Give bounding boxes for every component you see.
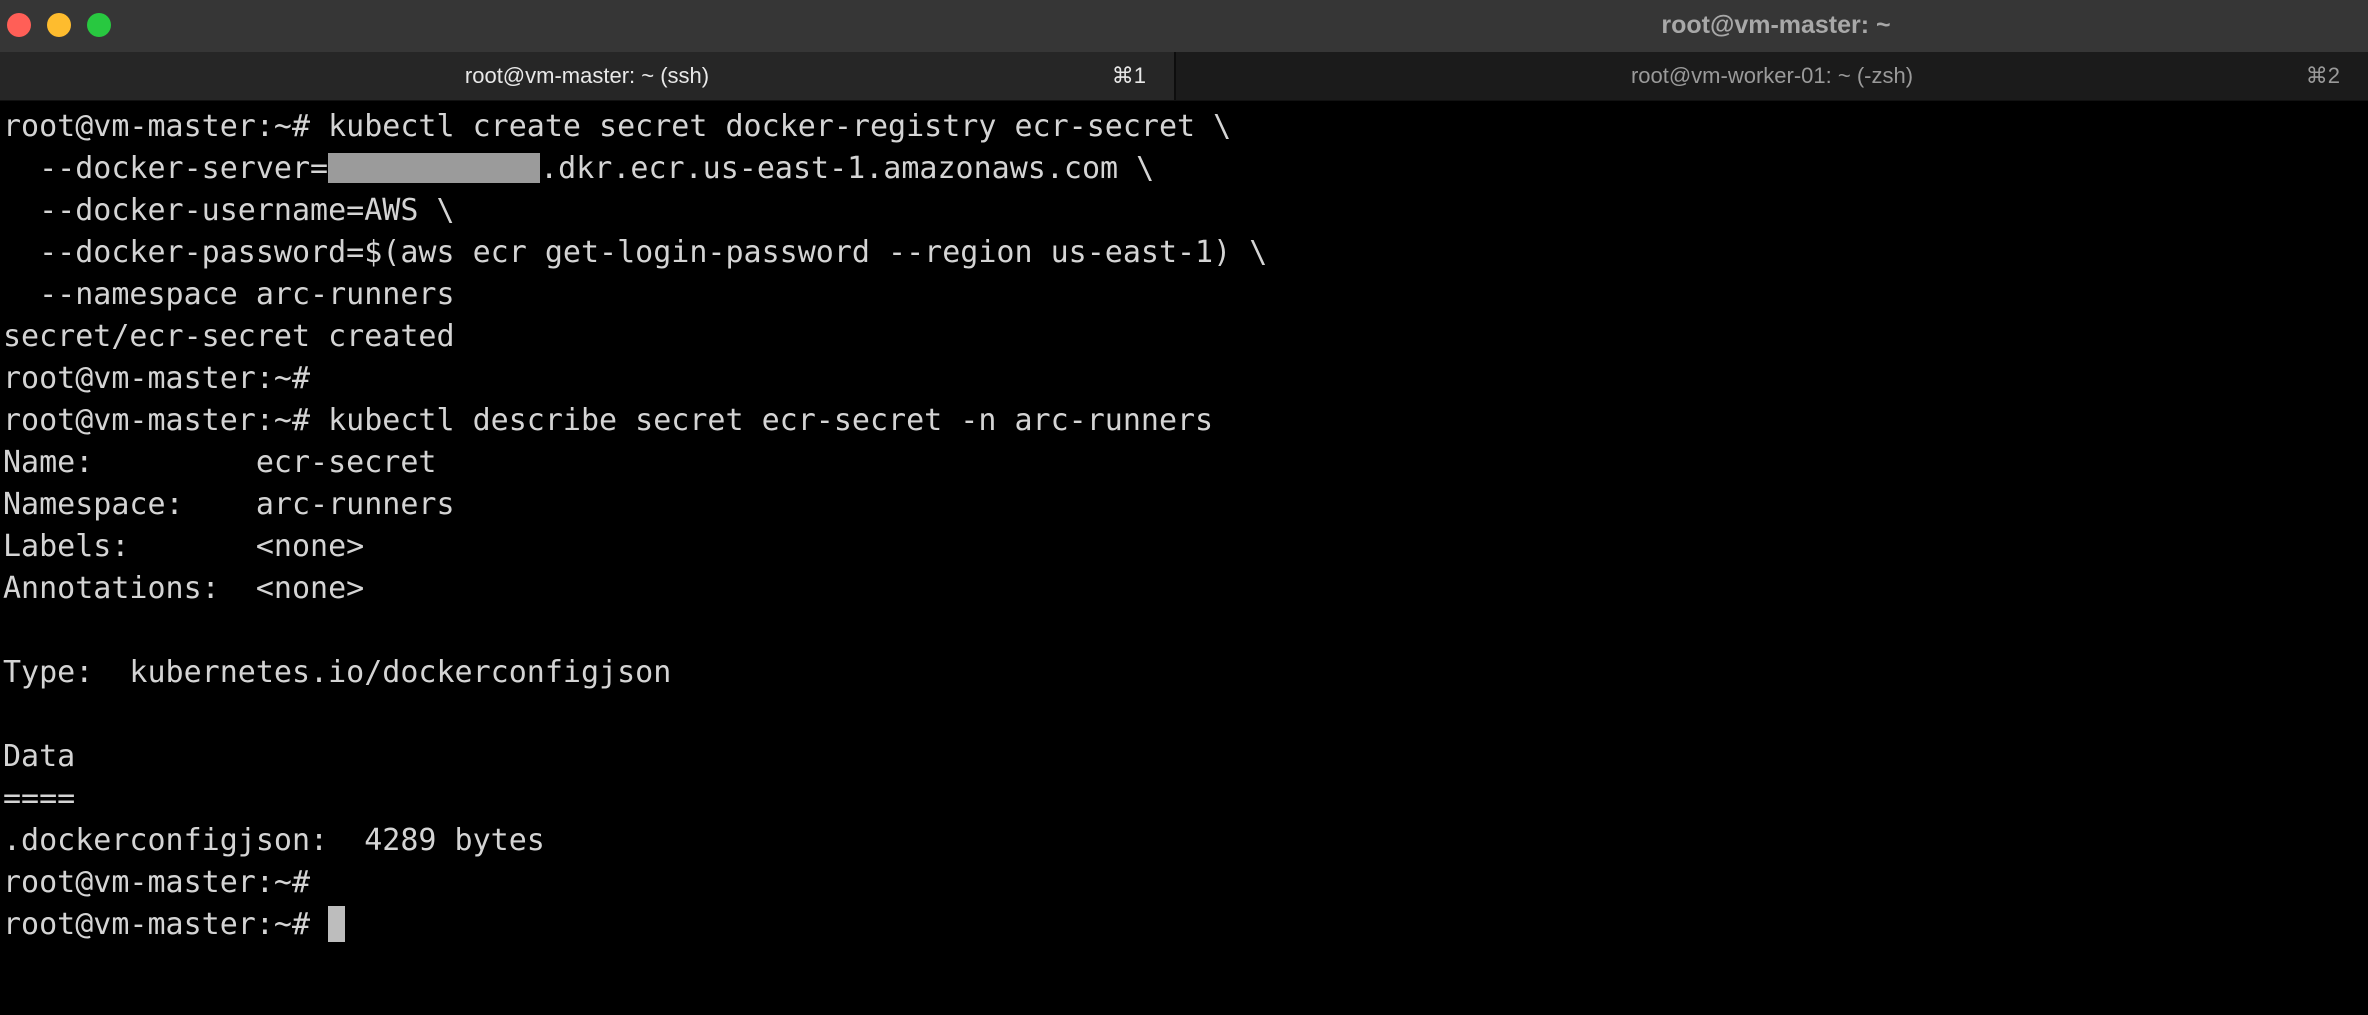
text-cursor [328, 906, 346, 942]
docker-server-flag: --docker-server= [3, 151, 329, 186]
terminal-line: root@vm-master:~# [3, 361, 311, 396]
redacted-account-id [328, 153, 541, 183]
terminal-prompt-line[interactable]: root@vm-master:~# [3, 904, 2363, 946]
window-title: root@vm-master: ~ [1661, 11, 1891, 39]
tab-label: root@vm-master: ~ (ssh) [464, 63, 710, 88]
tab-vm-master-ssh[interactable]: root@vm-master: ~ (ssh) ⌘1 [0, 52, 1174, 100]
terminal-line: Labels: <none> [3, 529, 365, 564]
tab-vm-worker-01-zsh[interactable]: root@vm-worker-01: ~ (-zsh) ⌘2 [1176, 52, 2368, 100]
terminal-output[interactable]: root@vm-master:~# kubectl create secret … [3, 106, 2363, 1011]
minimize-window-button[interactable] [47, 13, 71, 37]
terminal-line: secret/ecr-secret created [3, 319, 455, 354]
tab-shortcut: ⌘2 [2305, 63, 2340, 88]
terminal-line: Namespace: arc-runners [3, 487, 455, 522]
terminal-line: root@vm-master:~# [3, 865, 311, 900]
terminal-line: ==== [3, 781, 76, 816]
terminal-line: .dockerconfigjson: 4289 bytes [3, 823, 545, 858]
zoom-window-button[interactable] [87, 13, 111, 37]
terminal-line: --docker-username=AWS \ [3, 193, 455, 228]
terminal-line: root@vm-master:~# kubectl describe secre… [3, 403, 1214, 438]
tab-shortcut: ⌘1 [1111, 63, 1146, 88]
terminal-line: Type: kubernetes.io/dockerconfigjson [3, 655, 672, 690]
terminal-line: Data [3, 739, 76, 774]
terminal-line: --docker-password=$(aws ecr get-login-pa… [3, 235, 1268, 270]
terminal-line-docker-server: --docker-server= .dkr.ecr.us-east-1.amazo… [3, 148, 2363, 190]
tab-bar: root@vm-master: ~ (ssh) ⌘1 root@vm-worke… [0, 52, 2368, 101]
terminal-line: Name: ecr-secret [3, 445, 437, 480]
terminal-line: --namespace arc-runners [3, 277, 455, 312]
shell-prompt: root@vm-master:~# [3, 907, 329, 942]
docker-server-suffix: .dkr.ecr.us-east-1.amazonaws.com \ [540, 151, 1155, 186]
title-bar: root@vm-master: ~ [0, 0, 2368, 52]
terminal-line: root@vm-master:~# kubectl create secret … [3, 109, 1232, 144]
tab-label: root@vm-worker-01: ~ (-zsh) [1630, 63, 1914, 88]
close-window-button[interactable] [7, 13, 31, 37]
terminal-line: Annotations: <none> [3, 571, 365, 606]
